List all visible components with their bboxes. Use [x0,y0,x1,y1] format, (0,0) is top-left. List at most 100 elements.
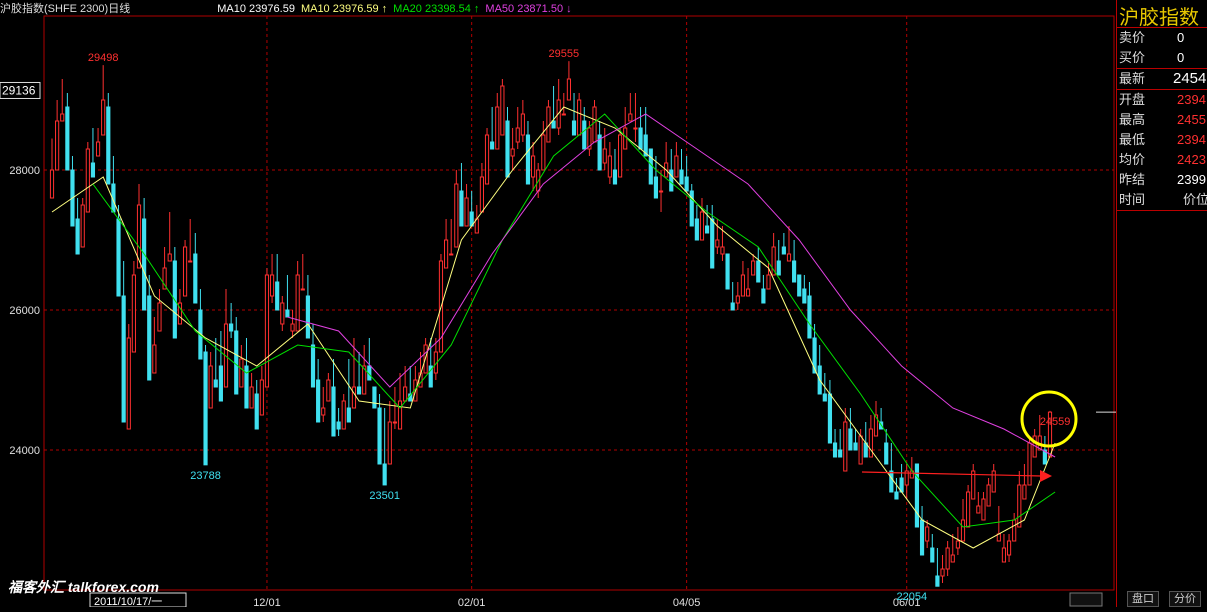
candle-body [628,113,633,122]
candle-body [336,421,341,430]
candle-body [648,148,653,185]
candle-body [827,393,833,444]
candle-body [684,176,689,192]
date-box-label: 2011/10/17/一 [94,596,162,607]
candle-body [577,99,582,136]
quote-label: 均价 [1119,152,1146,167]
candle-body [341,400,346,430]
candle-body [592,106,597,143]
candle-body [699,211,705,241]
col-time: 时间 [1119,192,1146,207]
candle-body [582,120,587,150]
quote-value: 0 [1177,30,1185,45]
candle-body [305,295,310,339]
candle-body [269,274,275,297]
candle-body [531,155,536,178]
trend-arrow-head [1040,470,1052,482]
candle-body [966,491,971,528]
quote-value: 0 [1177,50,1185,65]
quote-label: 最新 [1119,71,1146,86]
candle-body [484,134,490,185]
candle-body [776,260,781,276]
candle-body [853,442,858,451]
candle-body [321,407,326,416]
candle-body [832,442,838,458]
candle-body [75,218,80,255]
candle-body [766,274,771,290]
candle-body [392,421,397,424]
candle-body [403,386,408,402]
quote-value: 2399 [1177,172,1206,187]
candle-body [479,176,484,213]
col-price: 价位 [1183,192,1207,207]
candle-body [90,162,96,178]
crosshair-price: 29136 [2,83,36,97]
candle-body [157,302,162,332]
quote-panel: 沪胶指数 卖价 0 买价 0 最新 24541 开盘 2394 最高 2455 最低 2394 均价 24… [1116,0,1207,607]
quote-value: 2423 [1177,152,1206,167]
candle-body [623,127,628,150]
candle-body [838,449,843,458]
x-tick-label: 02/01 [458,597,486,607]
candle-body [1017,484,1022,528]
y-tick-label: 26000 [9,305,40,317]
candle-body [725,253,730,290]
candle-body [397,400,403,430]
quote-label: 开盘 [1119,92,1146,107]
candle-body [618,134,623,178]
candle-body [1027,442,1032,486]
candle-body [715,239,720,248]
quote-value: 2455 [1177,112,1206,127]
candle-body [239,358,244,388]
kline-svg[interactable]: 24000260002800012/01 02/01 04/05 06/0129136… [0,0,1207,609]
candle-body [705,225,710,234]
candle-body [316,379,321,423]
kline-chart[interactable]: 24000 26000 28000 12/01 02/01 04/05 06/01 29136… [0,0,1207,609]
candle-body [295,274,300,332]
quote-label: 买价 [1119,50,1146,65]
candle-body [218,365,223,402]
candle-body [167,253,172,262]
candle-body [960,519,966,542]
candle-body [745,288,751,297]
candle-body [756,260,761,283]
candle-body [551,120,556,129]
quote-row: 最高 2455 [1117,110,1207,130]
candle-body [510,148,515,157]
tab-pankou[interactable]: 盘口 [1127,591,1159,607]
candle-body [612,169,618,185]
candle-body [761,288,766,304]
quote-label: 最高 [1119,112,1146,127]
candle-body [797,274,802,297]
candle-body [310,344,316,388]
candle-body [735,295,740,304]
candle-body [930,547,935,563]
tab-fenjia[interactable]: 分价 [1169,591,1201,607]
extreme-label: 22054 [897,591,928,603]
candle-body [955,540,960,549]
candle-body [781,246,786,255]
candle-body [658,190,664,193]
candle-body [822,393,827,402]
candle-body [602,148,607,164]
candle-body [351,386,357,409]
candle-body [633,127,638,130]
candle-body [290,323,295,332]
extreme-label: 23788 [190,470,221,482]
candle-body [525,134,531,185]
chart-header: 沪胶指数(SHFE 2300)日线 MA10 23976.59 MA10 2397… [0,0,584,16]
candle-body [710,218,715,269]
candle-body [182,246,188,297]
candle-body [802,288,807,304]
quote-row: 最低 2394 [1117,130,1207,150]
y-tick-label: 24000 [9,445,40,457]
candle-body [259,379,264,416]
candle-body [116,218,121,297]
x-tick-label: 04/05 [673,597,701,607]
y-tick-label: 28000 [9,165,40,177]
candle-body [940,568,945,577]
candle-body [884,442,889,465]
candle-body [868,428,873,458]
candle-body [264,274,270,388]
candle-body [372,386,377,409]
